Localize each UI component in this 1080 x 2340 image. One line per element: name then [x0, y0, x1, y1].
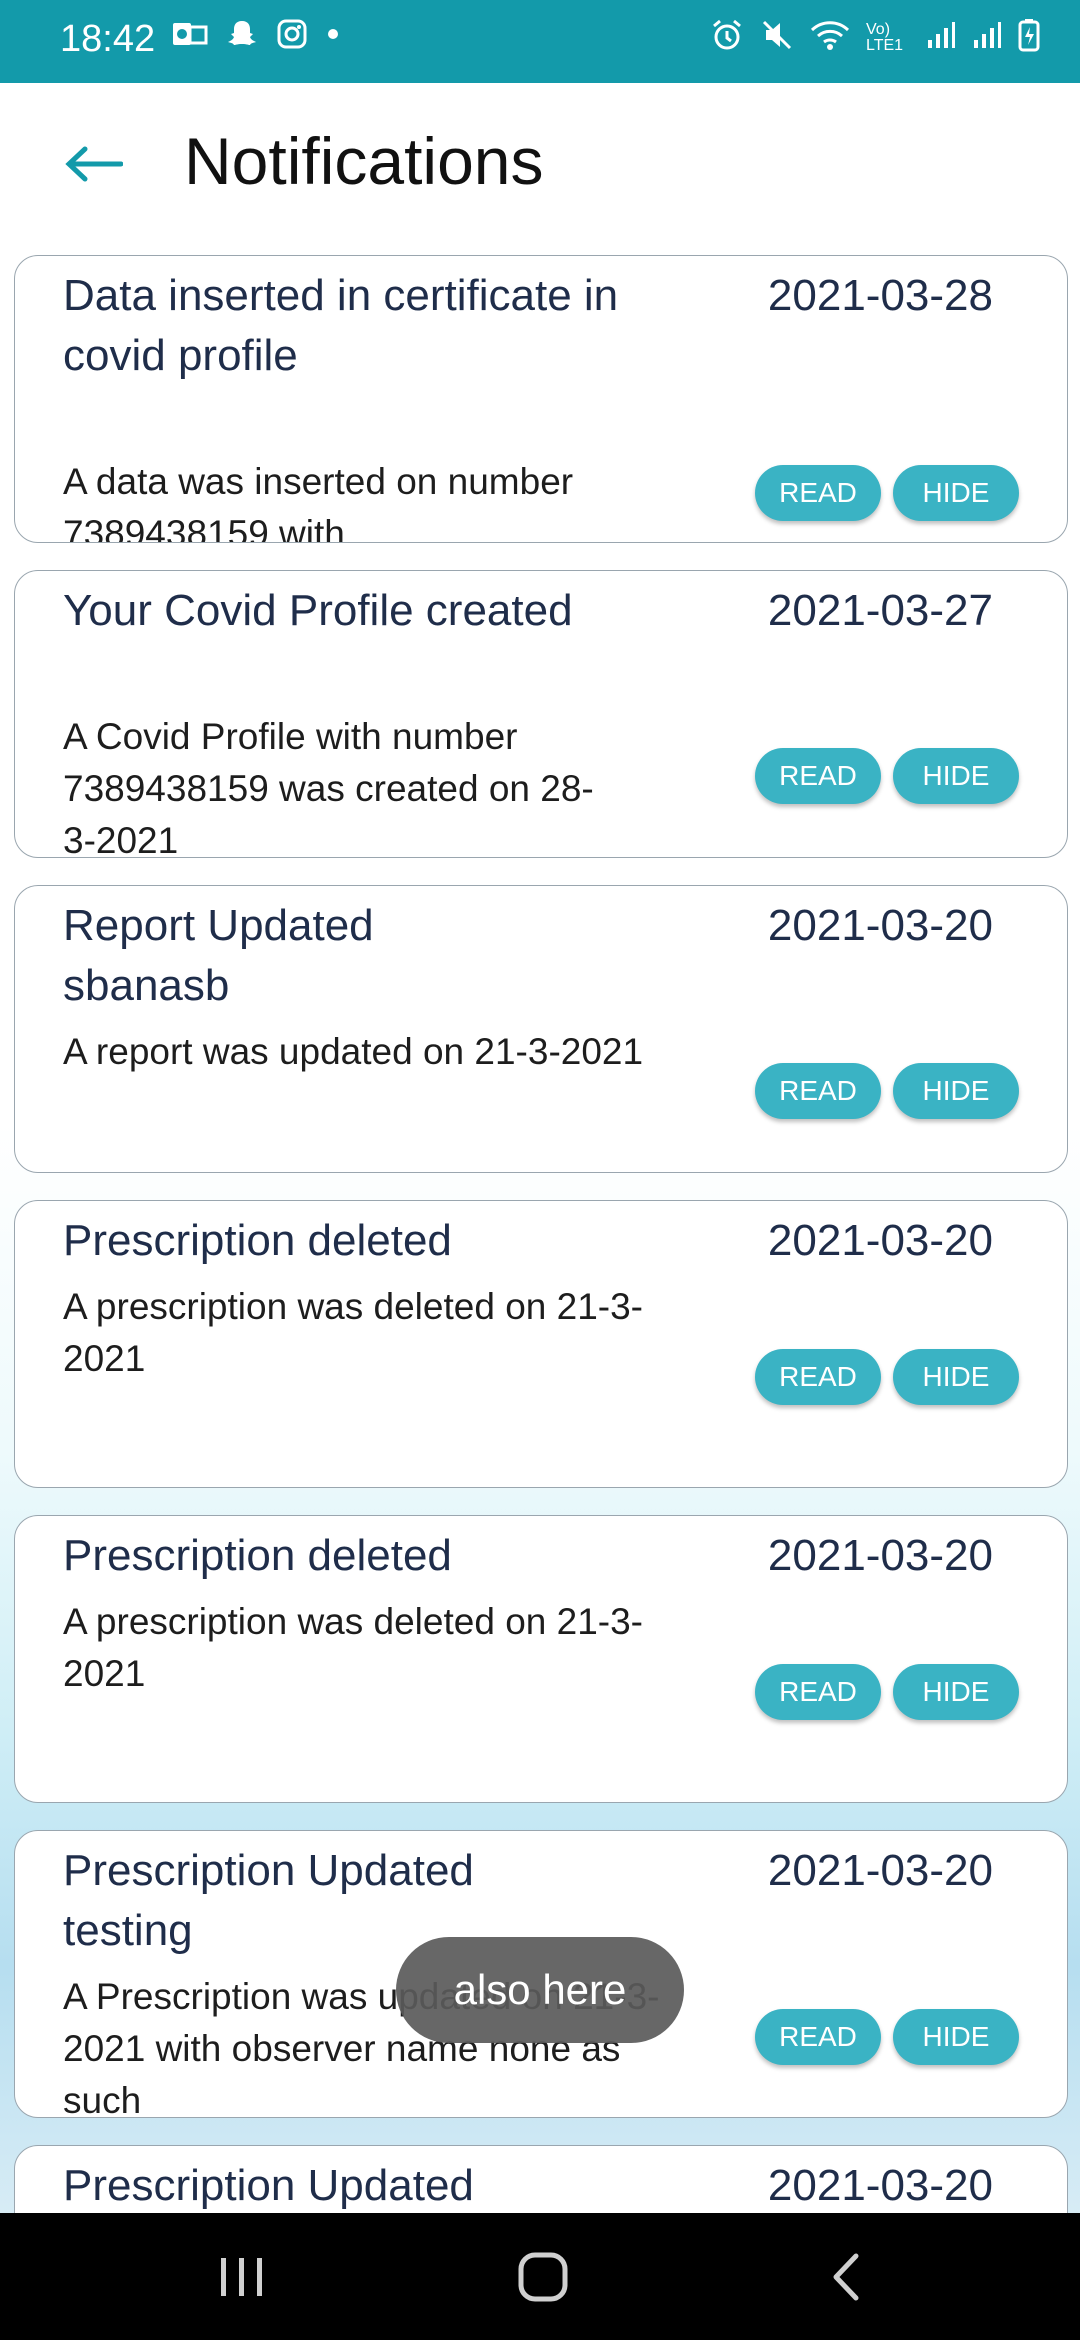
page-title: Notifications — [184, 124, 544, 198]
notification-title: Prescription deleted — [63, 1216, 452, 1265]
app-bar: Notifications — [0, 83, 1080, 243]
notification-title: Prescription Updated — [63, 2161, 474, 2210]
snapchat-icon — [226, 18, 258, 55]
notification-body: A report was updated on 21-3-2021 — [63, 1031, 644, 1072]
notification-card[interactable]: Your Covid Profile created 2021-03-27 A … — [14, 570, 1068, 858]
recent-apps-button[interactable] — [202, 2247, 282, 2307]
notification-title: Data inserted in certificate in covid pr… — [63, 271, 619, 380]
instagram-icon — [276, 18, 308, 55]
notification-body: A data was inserted on number 7389438159… — [63, 461, 574, 543]
back-nav-button[interactable] — [806, 2247, 886, 2307]
notification-title: Prescription deleted — [63, 1531, 452, 1580]
hide-button[interactable]: HIDE — [893, 465, 1019, 521]
notification-title: Report Updated sbanasb — [63, 901, 374, 1010]
notification-date: 2021-03-20 — [767, 1846, 993, 1895]
hide-button[interactable]: HIDE — [893, 1664, 1019, 1720]
notification-body: A Covid Profile with number 7389438159 w… — [63, 716, 594, 858]
home-button[interactable] — [503, 2247, 583, 2307]
read-button[interactable]: READ — [755, 1063, 881, 1119]
signal-icon-2 — [972, 20, 1002, 55]
status-time: 18:42 — [60, 18, 156, 60]
recent-apps-icon — [221, 2258, 262, 2296]
notification-card[interactable]: Prescription deleted 2021-03-20 A prescr… — [14, 1200, 1068, 1488]
notification-date: 2021-03-20 — [767, 1531, 993, 1580]
hide-button[interactable]: HIDE — [893, 1063, 1019, 1119]
notification-card[interactable]: Prescription deleted 2021-03-20 A prescr… — [14, 1515, 1068, 1803]
mute-icon — [760, 18, 794, 57]
notification-date: 2021-03-20 — [767, 901, 993, 950]
back-button[interactable] — [58, 129, 128, 199]
wifi-icon — [810, 18, 850, 57]
notification-date: 2021-03-20 — [767, 1216, 993, 1265]
alarm-icon — [710, 18, 744, 57]
back-chevron-icon — [833, 2253, 859, 2301]
notification-title: Your Covid Profile created — [63, 586, 573, 635]
status-bar: 18:42 Vo) LTE1 — [0, 0, 1080, 83]
home-icon — [518, 2252, 568, 2302]
hide-button[interactable]: HIDE — [893, 1349, 1019, 1405]
hide-button[interactable]: HIDE — [893, 2009, 1019, 2065]
notification-body: A prescription was deleted on 21-3-2021 — [63, 1601, 644, 1694]
navigation-bar — [0, 2213, 1080, 2340]
read-button[interactable]: READ — [755, 465, 881, 521]
hide-button[interactable]: HIDE — [893, 748, 1019, 804]
outlook-icon — [172, 19, 208, 54]
battery-icon — [1018, 18, 1040, 57]
notification-date: 2021-03-27 — [767, 586, 993, 635]
back-arrow-icon — [65, 146, 123, 182]
notification-card[interactable]: Report Updated sbanasb 2021-03-20 A repo… — [14, 885, 1068, 1173]
status-left-icons — [172, 18, 340, 55]
notification-date: 2021-03-20 — [767, 2161, 993, 2210]
notification-card[interactable]: Data inserted in certificate in covid pr… — [14, 255, 1068, 543]
network-label: Vo) LTE1 — [866, 20, 904, 54]
read-button[interactable]: READ — [755, 2009, 881, 2065]
status-right-icons: Vo) LTE1 — [710, 18, 1040, 57]
notification-date: 2021-03-28 — [767, 271, 993, 320]
dot-icon — [326, 27, 340, 46]
read-button[interactable]: READ — [755, 1664, 881, 1720]
read-button[interactable]: READ — [755, 748, 881, 804]
signal-icon — [926, 20, 956, 55]
read-button[interactable]: READ — [755, 1349, 881, 1405]
toast-message: also here — [396, 1937, 684, 2043]
notification-body: A prescription was deleted on 21-3-2021 — [63, 1286, 644, 1379]
